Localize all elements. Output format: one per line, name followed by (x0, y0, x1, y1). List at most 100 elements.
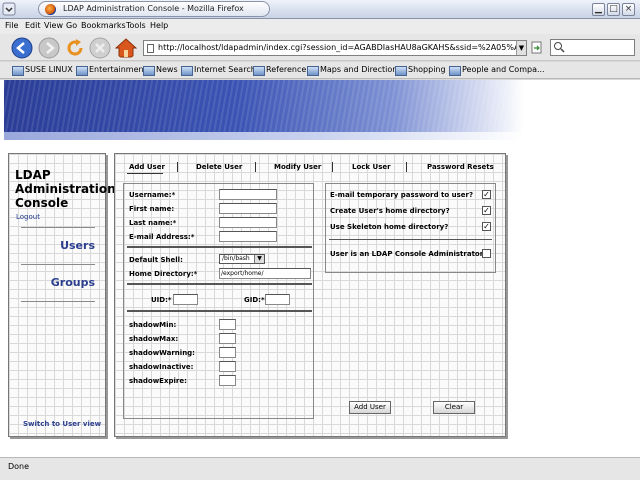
menu-bar: File Edit View Go Bookmarks Tools Help (0, 19, 640, 34)
status-text: Done (8, 462, 30, 471)
go-icon[interactable] (531, 41, 544, 55)
tab-modify-user[interactable]: Modify User (274, 163, 321, 171)
create-home-label: Create User's home directory? (330, 207, 450, 215)
section-divider (127, 310, 312, 312)
add-user-button[interactable]: Add User (349, 401, 391, 414)
menu-file[interactable]: File (5, 21, 18, 30)
url-text: http://localhost/ldapadmin/index.cgi?ses… (158, 43, 527, 52)
menu-help[interactable]: Help (150, 21, 168, 30)
search-input[interactable] (550, 39, 635, 56)
use-skeleton-checkbox[interactable]: ✓ (482, 222, 491, 231)
homedir-field[interactable]: /export/home/ (219, 268, 311, 279)
tab-separator (332, 162, 333, 172)
app-title: LDAP Administration Console (15, 168, 116, 210)
minimize-button[interactable]: ▁ (592, 3, 605, 16)
sidebar-divider (21, 264, 95, 265)
page-content: LDAP Administration Console Logout Users… (0, 80, 640, 457)
bookmark-reference[interactable]: Reference (253, 65, 306, 76)
email-label: E-mail Address:* (129, 233, 195, 241)
menu-edit[interactable]: Edit (25, 21, 41, 30)
sidebar-item-users[interactable]: Users (60, 239, 95, 252)
shell-value: /bin/bash (222, 255, 250, 262)
create-home-checkbox[interactable]: ✓ (482, 206, 491, 215)
app-title-line2: Administration (15, 182, 116, 196)
bookmarks-toolbar: SUSE LINUX Entertainment News Internet S… (0, 62, 640, 79)
gid-label: GID:* (244, 296, 265, 304)
email-temp-checkbox[interactable]: ✓ (482, 190, 491, 199)
shadow-min-label: shadowMin: (129, 321, 177, 329)
use-skeleton-label: Use Skeleton home directory? (330, 223, 449, 231)
menu-go[interactable]: Go (66, 21, 77, 30)
sidebar-item-groups[interactable]: Groups (51, 276, 95, 289)
bookmark-suse-linux[interactable]: SUSE LINUX (12, 65, 73, 76)
tab-separator (406, 162, 407, 172)
banner-edge (4, 132, 524, 140)
bookmark-maps[interactable]: Maps and Directions (307, 65, 402, 76)
tab-password-resets[interactable]: Password Resets (427, 163, 494, 171)
status-bar: Done (0, 457, 640, 480)
section-divider (127, 246, 312, 248)
email-temp-label: E-mail temporary password to user? (330, 191, 474, 199)
is-admin-label: User is an LDAP Console Administrator? (330, 250, 488, 258)
tab-lock-user[interactable]: Lock User (352, 163, 391, 171)
shadow-warning-label: shadowWarning: (129, 349, 195, 357)
page-icon (147, 44, 154, 53)
bookmark-entertainment[interactable]: Entertainment (76, 65, 147, 76)
back-button[interactable] (11, 37, 33, 59)
close-button[interactable]: × (622, 3, 635, 16)
tab-separator (255, 162, 256, 172)
url-bar[interactable]: http://localhost/ldapadmin/index.cgi?ses… (143, 40, 527, 56)
menu-tools[interactable]: Tools (126, 21, 146, 30)
shadow-max-field[interactable] (219, 333, 236, 344)
active-tab-underline (127, 173, 163, 174)
gid-field[interactable] (265, 294, 290, 305)
header-banner (4, 80, 524, 140)
username-field[interactable] (219, 189, 277, 200)
bookmark-internet-search[interactable]: Internet Search (181, 65, 256, 76)
shell-label: Default Shell: (129, 256, 183, 264)
shadow-expire-field[interactable] (219, 375, 236, 386)
uid-label: UID:* (151, 296, 172, 304)
window-title: LDAP Administration Console - Mozilla Fi… (38, 1, 270, 17)
bookmark-people[interactable]: People and Compa... (449, 65, 545, 76)
homedir-label: Home Directory:* (129, 270, 198, 278)
tab-delete-user[interactable]: Delete User (196, 163, 242, 171)
app-title-line1: LDAP (15, 168, 51, 182)
bookmark-shopping[interactable]: Shopping (395, 65, 446, 76)
shadow-min-field[interactable] (219, 319, 236, 330)
options-panel: E-mail temporary password to user? ✓ Cre… (325, 183, 496, 273)
email-field[interactable] (219, 231, 277, 242)
shadow-expire-label: shadowExpire: (129, 377, 187, 385)
home-icon[interactable] (115, 37, 137, 59)
clear-button[interactable]: Clear (433, 401, 475, 414)
section-divider (329, 239, 492, 240)
window-titlebar: LDAP Administration Console - Mozilla Fi… (0, 0, 640, 19)
user-details-form: Username:* First name: Last name:* E-mai… (123, 183, 314, 419)
forward-button[interactable] (38, 37, 60, 59)
shell-select[interactable]: /bin/bash ▼ (219, 254, 265, 264)
tab-add-user[interactable]: Add User (129, 163, 165, 171)
menu-view[interactable]: View (44, 21, 63, 30)
switch-user-view-link[interactable]: Switch to User view (23, 420, 101, 428)
shadow-warning-field[interactable] (219, 347, 236, 358)
main-panel: Add User Delete User Modify User Lock Us… (114, 153, 506, 437)
sidebar-divider (21, 227, 95, 228)
tab-separator (177, 162, 178, 172)
bookmark-news[interactable]: News (143, 65, 178, 76)
app-title-line3: Console (15, 196, 69, 210)
firstname-label: First name: (129, 205, 175, 213)
menu-bookmarks[interactable]: Bookmarks (81, 21, 126, 30)
lastname-field[interactable] (219, 217, 277, 228)
url-dropdown-button[interactable]: ▼ (516, 41, 526, 55)
section-divider (127, 283, 312, 285)
uid-field[interactable] (173, 294, 198, 305)
is-admin-checkbox[interactable] (482, 249, 491, 258)
reload-icon[interactable] (64, 37, 86, 59)
search-engine-icon[interactable] (553, 41, 567, 54)
stop-icon[interactable] (89, 37, 111, 59)
window-menu-icon[interactable] (2, 2, 16, 16)
shadow-inactive-field[interactable] (219, 361, 236, 372)
firstname-field[interactable] (219, 203, 277, 214)
logout-link[interactable]: Logout (16, 213, 40, 221)
maximize-button[interactable]: □ (607, 3, 620, 16)
